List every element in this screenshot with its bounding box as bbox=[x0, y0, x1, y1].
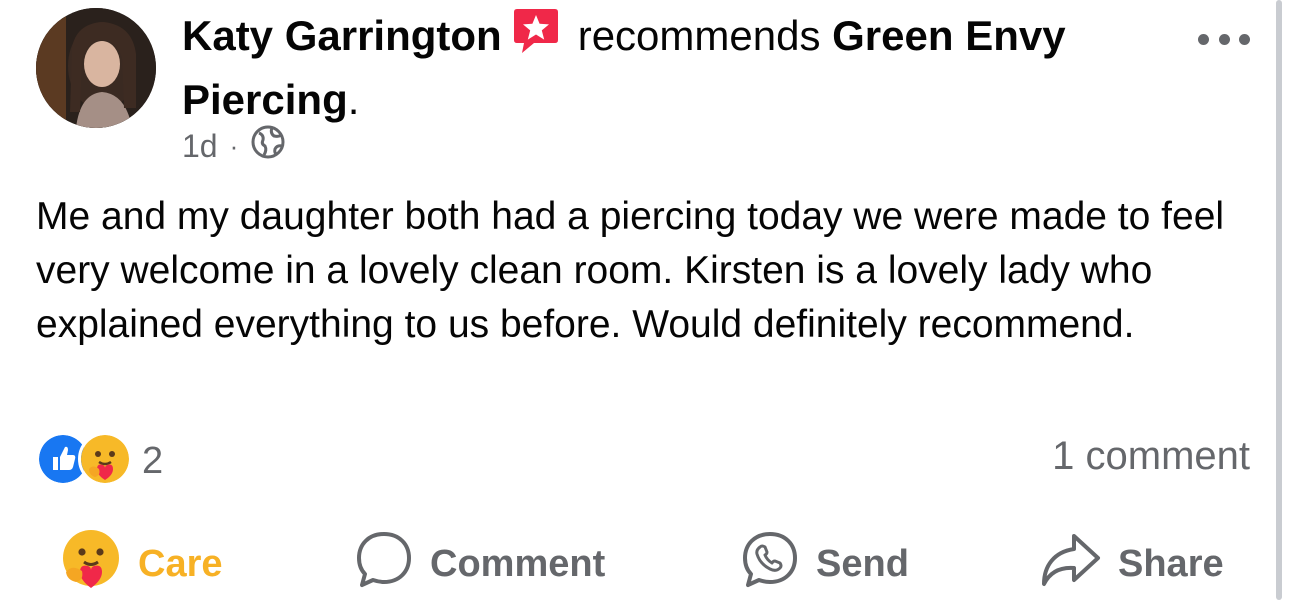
avatar[interactable] bbox=[36, 8, 156, 128]
send-label: Send bbox=[816, 542, 909, 585]
care-reaction-icon bbox=[60, 528, 122, 600]
messenger-send-icon bbox=[740, 529, 800, 599]
care-reaction-icon bbox=[78, 432, 132, 491]
post-meta: 1d · bbox=[182, 124, 286, 168]
comment-bubble-icon bbox=[354, 529, 414, 599]
header-line-1: Katy Garrington recommends Green Envy bbox=[182, 6, 1182, 71]
page-name-period: . bbox=[347, 76, 360, 123]
action-bar: Care Comment Send Share bbox=[0, 530, 1290, 598]
scrollbar[interactable] bbox=[1276, 0, 1282, 600]
post-header: Katy Garrington recommends Green Envy Pie… bbox=[182, 6, 1182, 129]
post-card: Katy Garrington recommends Green Envy Pie… bbox=[0, 0, 1290, 600]
recommendation-star-icon bbox=[512, 6, 560, 71]
meta-separator: · bbox=[229, 130, 239, 161]
share-label: Share bbox=[1118, 542, 1224, 585]
share-button[interactable]: Share bbox=[1040, 530, 1224, 598]
comment-button[interactable]: Comment bbox=[354, 530, 605, 598]
reactions-summary[interactable]: 2 bbox=[36, 432, 163, 491]
share-arrow-icon bbox=[1040, 530, 1102, 598]
header-line-2: Piercing. bbox=[182, 71, 1182, 129]
care-label: Care bbox=[138, 542, 223, 585]
comment-label: Comment bbox=[430, 542, 606, 585]
page-name-continued[interactable]: Piercing bbox=[182, 76, 348, 123]
recommends-text: recommends bbox=[577, 12, 821, 59]
more-options-icon[interactable] bbox=[1198, 22, 1250, 56]
globe-icon[interactable] bbox=[250, 124, 286, 168]
care-button[interactable]: Care bbox=[60, 530, 223, 598]
author-name[interactable]: Katy Garrington bbox=[182, 12, 502, 59]
send-button[interactable]: Send bbox=[740, 530, 909, 598]
comment-count-link[interactable]: 1 comment bbox=[1052, 434, 1250, 479]
page-name[interactable]: Green Envy bbox=[832, 12, 1065, 59]
timestamp[interactable]: 1d bbox=[182, 128, 218, 165]
post-body: Me and my daughter both had a piercing t… bbox=[36, 195, 1225, 346]
reaction-count: 2 bbox=[142, 440, 164, 482]
